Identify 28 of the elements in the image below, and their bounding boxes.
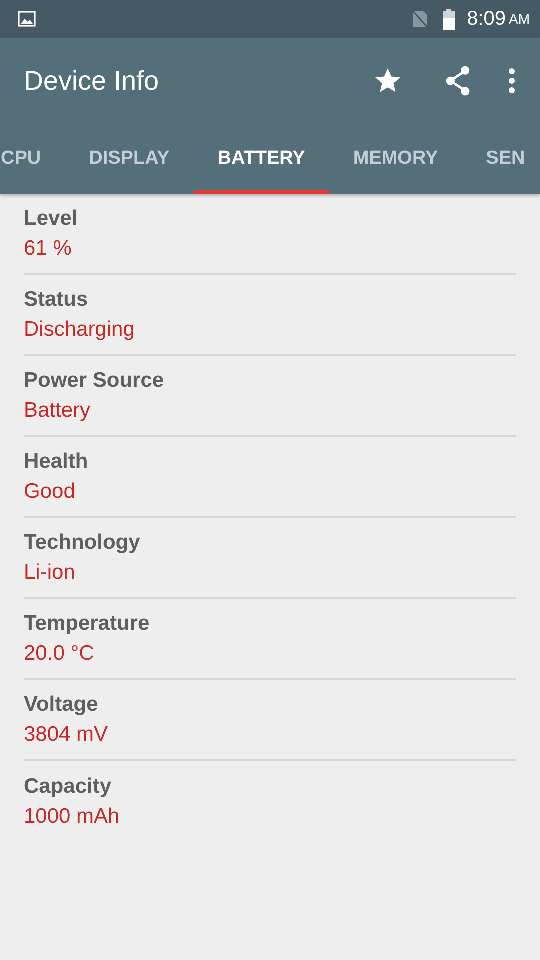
tab[interactable]: BATTERY: [194, 124, 330, 194]
image-icon: [18, 11, 36, 27]
tab[interactable]: DISPLAY: [65, 124, 194, 194]
info-label: Voltage: [24, 692, 98, 716]
info-value: 3804 mV: [24, 722, 108, 746]
info-value: Good: [24, 480, 76, 504]
info-label: Capacity: [24, 774, 112, 798]
tab[interactable]: SEN: [462, 124, 526, 194]
info-value: 61 %: [24, 236, 72, 260]
info-value: Discharging: [24, 318, 135, 342]
tab[interactable]: CPU: [0, 124, 66, 194]
info-label: Health: [24, 450, 88, 474]
clock-period: AM: [509, 11, 530, 27]
battery-icon: [443, 8, 456, 30]
tab[interactable]: MEMORY: [329, 124, 462, 194]
more-icon: [508, 68, 516, 94]
info-label: Technology: [24, 530, 140, 554]
info-value: 1000 mAh: [24, 804, 120, 828]
info-label: Status: [24, 288, 88, 312]
info-value: 20.0 °C: [24, 642, 94, 666]
clock-time: 8:09: [467, 8, 506, 30]
no-sim-icon: [411, 9, 430, 29]
info-label: Level: [24, 206, 78, 230]
info-label: Temperature: [24, 612, 150, 636]
info-label: Power Source: [24, 368, 164, 392]
info-value: Li-ion: [24, 560, 76, 584]
app-title: Device Info: [24, 66, 160, 96]
info-value: Battery: [24, 398, 91, 422]
